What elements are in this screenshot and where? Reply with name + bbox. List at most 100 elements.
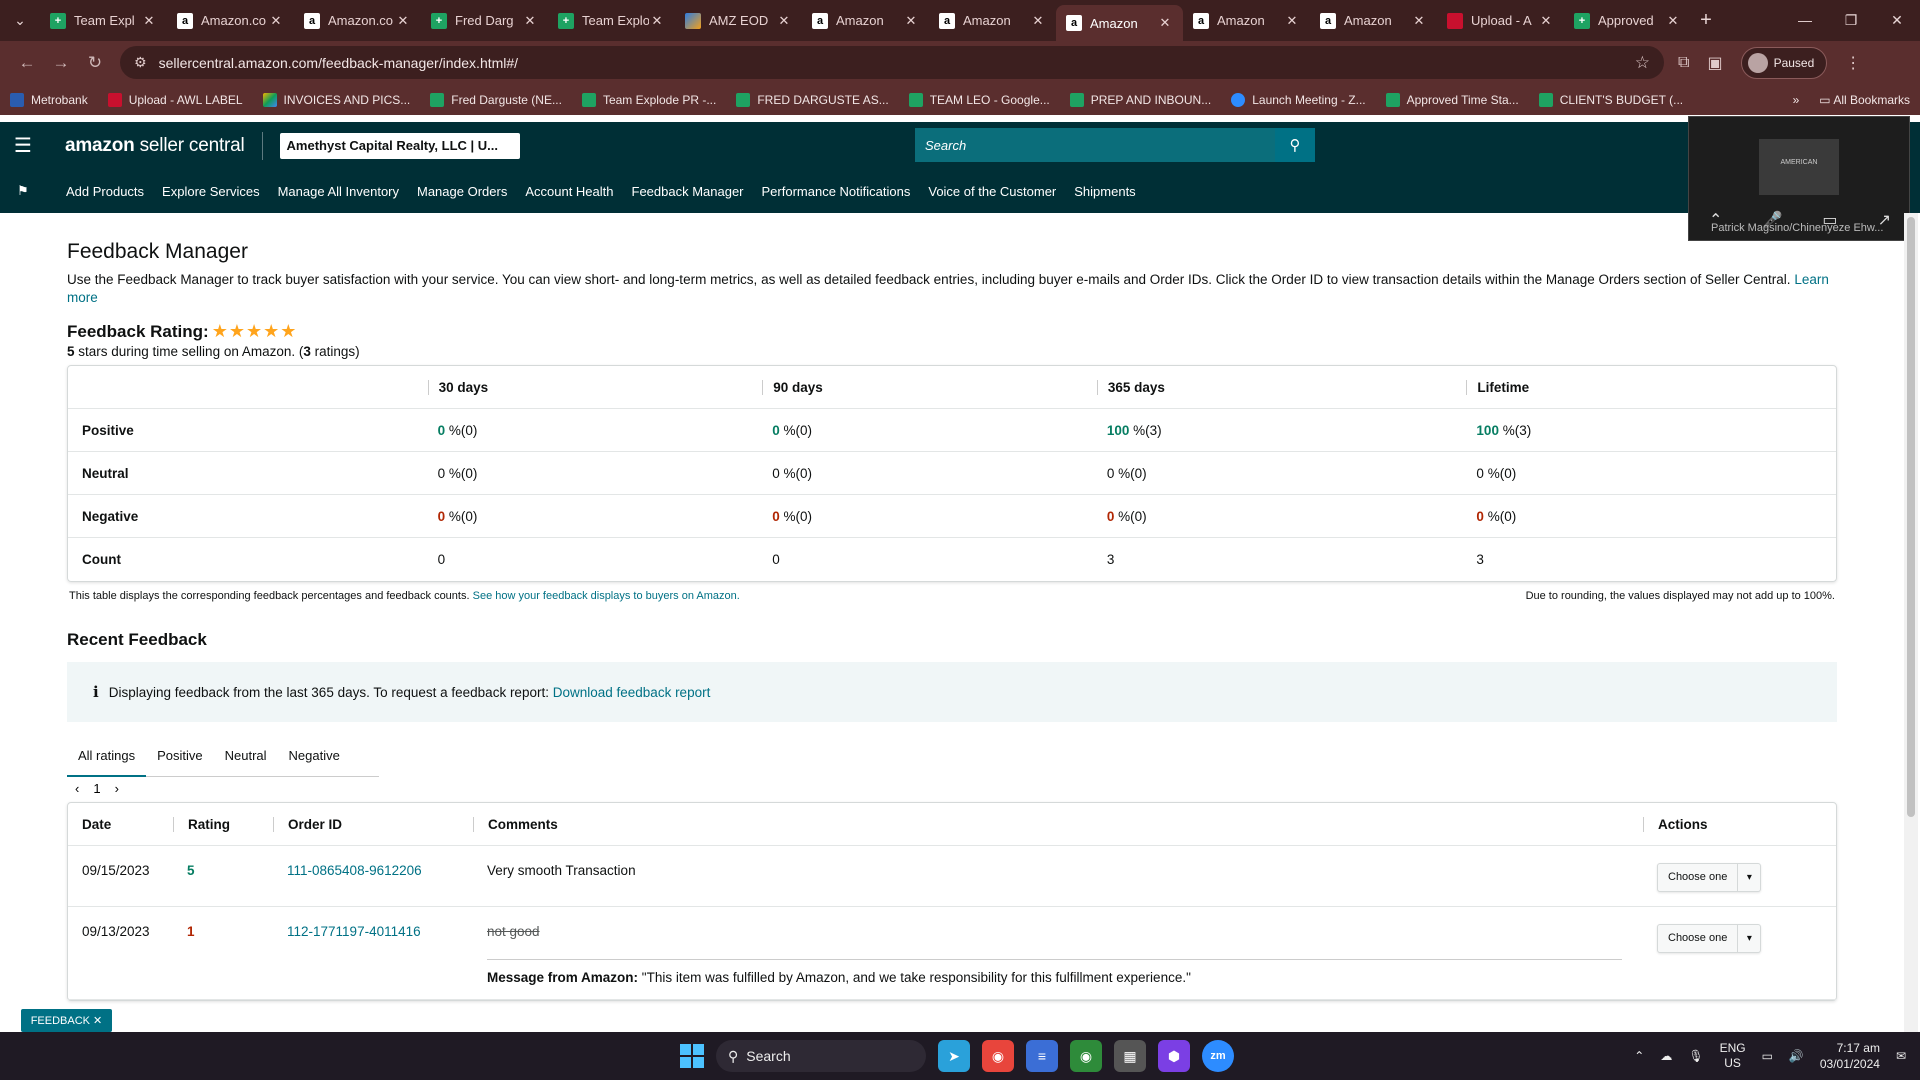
choose-one-dropdown[interactable]: Choose one ▾: [1657, 924, 1762, 953]
calculator-icon[interactable]: ▦: [1114, 1040, 1146, 1072]
browser-tab[interactable]: a Amazon ✕: [1056, 5, 1183, 41]
chevron-left-icon[interactable]: ‹: [75, 781, 79, 796]
nav-item-performance-notifications[interactable]: Performance Notifications: [762, 184, 911, 199]
tab-all-ratings[interactable]: All ratings: [67, 741, 147, 777]
page-number[interactable]: 1: [93, 781, 100, 796]
profile-button[interactable]: Paused: [1740, 46, 1828, 79]
language-indicator[interactable]: ENG US: [1720, 1041, 1746, 1071]
bookmark-item[interactable]: Approved Time Sta...: [1385, 92, 1519, 107]
bookmark-item[interactable]: TEAM LEO - Google...: [908, 92, 1050, 107]
bookmark-icon[interactable]: ⚑: [0, 183, 46, 199]
search-input[interactable]: [915, 128, 1275, 162]
bookmark-item[interactable]: Upload - AWL LABEL: [107, 92, 243, 107]
close-tab-icon[interactable]: ✕: [141, 13, 157, 29]
close-tab-icon[interactable]: ✕: [1665, 13, 1681, 29]
close-tab-icon[interactable]: ✕: [268, 13, 284, 29]
bookmark-star-icon[interactable]: ☆: [1635, 53, 1650, 73]
taskbar-search[interactable]: ⚲ Search: [716, 1040, 926, 1072]
extensions-icon[interactable]: ⧉: [1678, 54, 1689, 72]
telegram-icon[interactable]: ➤: [938, 1040, 970, 1072]
browser-tab[interactable]: a Amazon ✕: [929, 0, 1056, 41]
browser-tab[interactable]: + Team Expl ✕: [40, 0, 167, 41]
address-bar[interactable]: ⚙ sellercentral.amazon.com/feedback-mana…: [120, 46, 1664, 79]
close-tab-icon[interactable]: ✕: [1284, 13, 1300, 29]
zoom-icon[interactable]: zm: [1202, 1040, 1234, 1072]
nav-item-manage-orders[interactable]: Manage Orders: [417, 184, 507, 199]
bookmark-item[interactable]: CLIENT'S BUDGET (...: [1538, 92, 1683, 107]
minimize-icon[interactable]: —: [1782, 12, 1828, 29]
nav-item-add-products[interactable]: Add Products: [66, 184, 144, 199]
browser-tab[interactable]: a Amazon ✕: [1310, 0, 1437, 41]
browser-tab[interactable]: a Amazon.co ✕: [294, 0, 421, 41]
hamburger-menu-icon[interactable]: ☰: [0, 133, 46, 158]
tab-search-chevron-icon[interactable]: ⌄: [0, 0, 40, 41]
browser-tab[interactable]: Upload - A ✕: [1437, 0, 1564, 41]
bookmark-item[interactable]: Team Explode PR -...: [581, 92, 716, 107]
close-tab-icon[interactable]: ✕: [395, 13, 411, 29]
order-id-link[interactable]: 112-1771197-4011416: [287, 924, 421, 939]
feedback-display-link[interactable]: See how your feedback displays to buyers…: [473, 590, 740, 602]
new-tab-button[interactable]: +: [1691, 9, 1721, 32]
close-tab-icon[interactable]: ✕: [522, 13, 538, 29]
side-panel-icon[interactable]: ▣: [1707, 53, 1722, 73]
browser-menu-icon[interactable]: ⋮: [1845, 53, 1861, 73]
nav-item-shipments[interactable]: Shipments: [1074, 184, 1135, 199]
close-tab-icon[interactable]: ✕: [1030, 13, 1046, 29]
chevron-right-icon[interactable]: ›: [115, 781, 119, 796]
nav-item-explore-services[interactable]: Explore Services: [162, 184, 260, 199]
browser-tab[interactable]: + Approved ✕: [1564, 0, 1691, 41]
close-tab-icon[interactable]: ✕: [1538, 13, 1554, 29]
tab-negative[interactable]: Negative: [278, 741, 351, 777]
scrollbar[interactable]: [1904, 213, 1918, 1033]
close-tab-icon[interactable]: ✕: [1157, 15, 1173, 31]
seller-central-logo[interactable]: amazon seller central: [65, 135, 245, 157]
search-icon[interactable]: ⚲: [1275, 128, 1315, 162]
copilot-icon[interactable]: ⬢: [1158, 1040, 1190, 1072]
close-tab-icon[interactable]: ✕: [776, 13, 792, 29]
chevron-down-icon[interactable]: ▾: [1738, 872, 1760, 883]
bookmark-item[interactable]: Metrobank: [10, 92, 88, 107]
bookmark-item[interactable]: INVOICES AND PICS...: [262, 92, 410, 107]
bookmark-item[interactable]: PREP AND INBOUN...: [1069, 92, 1211, 107]
more-bookmarks-icon[interactable]: »: [1793, 93, 1800, 107]
browser-tab[interactable]: a Amazon ✕: [1183, 0, 1310, 41]
nav-item-manage-all-inventory[interactable]: Manage All Inventory: [278, 184, 399, 199]
microphone-icon[interactable]: 🎙: [1688, 1049, 1703, 1063]
browser-tab[interactable]: a Amazon ✕: [802, 0, 929, 41]
back-arrow-icon[interactable]: ←: [10, 53, 44, 73]
tab-neutral[interactable]: Neutral: [214, 741, 278, 777]
tab-positive[interactable]: Positive: [146, 741, 214, 777]
browser-tab[interactable]: AMZ EOD ✕: [675, 0, 802, 41]
browser-tab[interactable]: + Fred Darg ✕: [421, 0, 548, 41]
site-info-icon[interactable]: ⚙: [134, 54, 147, 71]
chevron-up-icon[interactable]: ⌃: [1634, 1049, 1644, 1063]
browser-tab[interactable]: + Team Explo ✕: [548, 0, 675, 41]
close-tab-icon[interactable]: ✕: [1411, 13, 1427, 29]
bookmark-item[interactable]: Fred Darguste (NE...: [430, 92, 562, 107]
close-tab-icon[interactable]: ✕: [903, 13, 919, 29]
chevron-down-icon[interactable]: ▾: [1738, 933, 1760, 944]
close-tab-icon[interactable]: ✕: [649, 13, 665, 29]
all-bookmarks-button[interactable]: ▭ All Bookmarks: [1819, 93, 1910, 107]
forward-arrow-icon[interactable]: →: [44, 53, 78, 73]
nav-item-account-health[interactable]: Account Health: [525, 184, 613, 199]
reload-icon[interactable]: ↻: [78, 53, 112, 73]
choose-one-dropdown[interactable]: Choose one ▾: [1657, 863, 1762, 892]
windows-start-icon[interactable]: [680, 1044, 704, 1068]
browser-tab[interactable]: a Amazon.co ✕: [167, 0, 294, 41]
nav-item-feedback-manager[interactable]: Feedback Manager: [632, 184, 744, 199]
onedrive-icon[interactable]: ☁: [1660, 1049, 1672, 1063]
notifications-icon[interactable]: ✉: [1896, 1049, 1906, 1063]
network-icon[interactable]: ▭: [1762, 1049, 1773, 1063]
bookmark-item[interactable]: Launch Meeting - Z...: [1231, 92, 1366, 107]
download-report-link[interactable]: Download feedback report: [553, 685, 711, 700]
feedback-button[interactable]: FEEDBACK ✕: [21, 1009, 112, 1032]
restore-icon[interactable]: ❐: [1828, 12, 1874, 29]
scrollbar-thumb[interactable]: [1907, 217, 1915, 817]
chrome-icon[interactable]: ◉: [982, 1040, 1014, 1072]
order-id-link[interactable]: 111-0865408-9612206: [287, 863, 422, 878]
close-window-icon[interactable]: ✕: [1874, 12, 1920, 29]
clock[interactable]: 7:17 am 03/01/2024: [1820, 1040, 1880, 1072]
account-selector[interactable]: Amethyst Capital Realty, LLC | U...: [279, 132, 520, 159]
bookmark-item[interactable]: FRED DARGUSTE AS...: [736, 92, 889, 107]
